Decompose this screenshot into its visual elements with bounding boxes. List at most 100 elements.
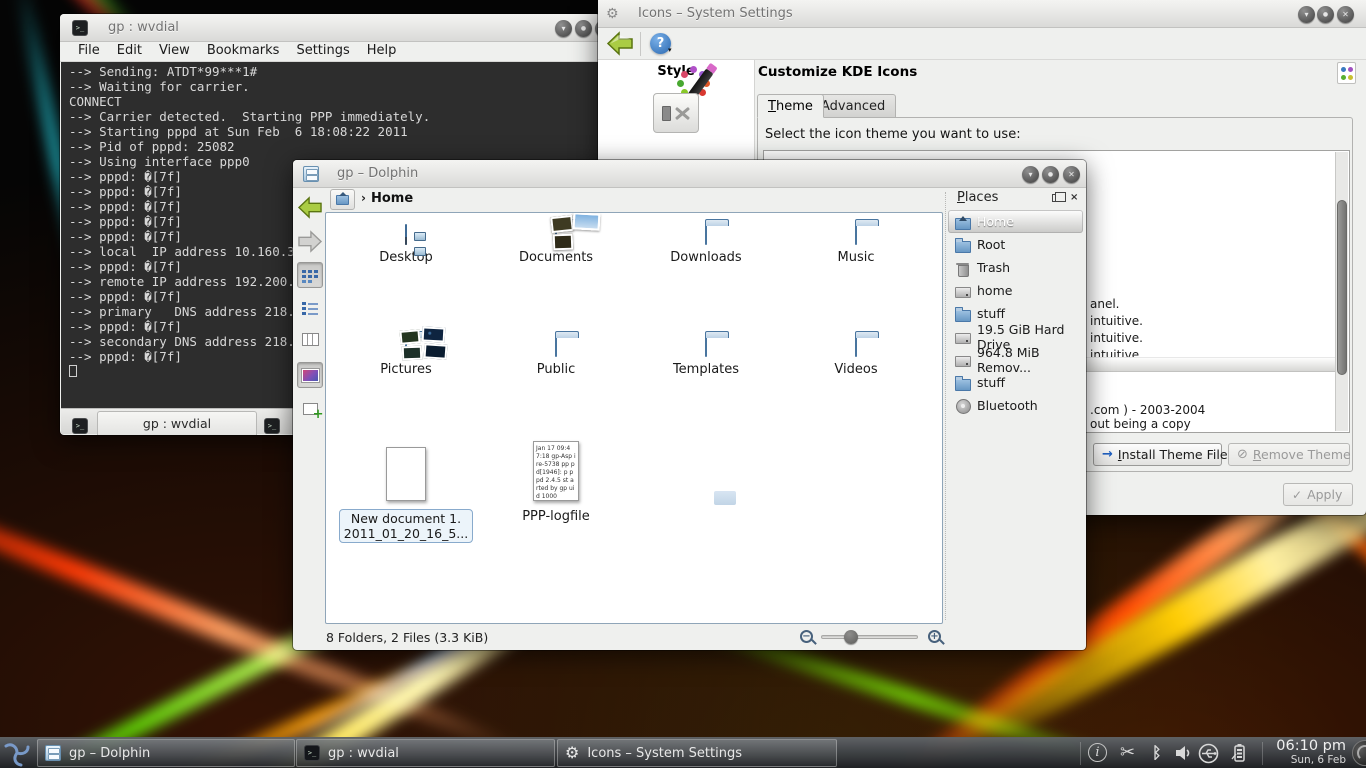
folder-icon [405,224,407,245]
icons-view-button[interactable] [297,262,323,288]
back-button[interactable] [606,31,634,56]
klipper-scissors-icon[interactable]: ✂ [1120,742,1135,763]
theme-list-text: intuitive. [1090,331,1143,345]
close-panel-icon[interactable]: × [1070,192,1078,203]
remove-theme-button[interactable]: ⊘ Remove Theme [1228,443,1350,466]
launcher-logo-icon [1,739,33,768]
volume-icon[interactable] [1174,744,1192,766]
place-item[interactable]: home [948,279,1083,302]
place-icon [955,238,971,252]
detach-panel-icon[interactable] [1052,194,1061,202]
file-item-new-document[interactable]: New document 1. 2011_01_20_16_5... [331,441,481,543]
back-arrow-icon [297,196,323,219]
place-item[interactable]: 964.8 MiB Remov... [948,348,1083,371]
maximize-button[interactable]: ● [575,20,592,37]
folder-item[interactable]: Music [781,225,931,313]
folder-item[interactable]: Videos [781,337,931,425]
sidebar-item-style[interactable]: Style [598,60,754,79]
file-item-ppp-logfile[interactable]: Jan 17 09:4 7:18 gp-Asp ire-5738 pp pd[1… [481,441,631,524]
menu-item[interactable]: Bookmarks [207,43,280,58]
minimize-button[interactable]: ▾ [555,20,572,37]
minimize-button[interactable]: ▾ [1298,6,1315,23]
folder-item[interactable]: Pictures [331,337,481,425]
settings-titlebar[interactable]: ⚙ Icons – System Settings ▾ ● ✕ [598,0,1366,28]
konsole-tab[interactable]: gp : wvdial [97,411,257,435]
drag-ghost-icon [714,491,736,505]
window-title: Icons – System Settings [638,6,793,21]
breadcrumb-home-button[interactable] [330,189,355,210]
konsole-tab-2[interactable]: >_ [261,413,283,431]
maximize-button[interactable]: ● [1317,6,1334,23]
folder-item[interactable]: Public [481,337,631,425]
overview-grid-icon[interactable] [1337,62,1356,84]
place-item[interactable]: Home [948,210,1083,233]
place-item[interactable]: Trash [948,256,1083,279]
panel-splitter[interactable] [945,192,946,620]
place-icon [955,376,971,390]
notifications-info-icon[interactable]: i [1088,743,1107,762]
zoom-slider-handle[interactable] [844,630,858,644]
window-title: gp : wvdial [108,20,179,35]
app-launcher-button[interactable] [1,739,33,768]
folder-item[interactable]: Downloads [631,225,781,313]
menu-item[interactable]: Edit [117,43,142,58]
zoom-out-icon[interactable]: − [800,630,813,643]
battery-icon[interactable] [1229,743,1249,767]
place-item[interactable]: stuff [948,371,1083,394]
konsole-titlebar[interactable]: >_ gp : wvdial ▾ ● ✕ [60,14,600,42]
file-label-line2: 2011_01_20_16_5... [344,526,468,541]
taskbar-item-wvdial[interactable]: >_ gp : wvdial [296,739,555,767]
split-view-button[interactable]: + [297,396,323,422]
close-button[interactable]: ✕ [1063,166,1080,183]
tab-theme[interactable]: Theme [757,94,824,118]
dolphin-titlebar[interactable]: gp – Dolphin ▾ ● ✕ [293,160,1086,188]
columns-view-button[interactable] [297,326,323,352]
scrollbar[interactable] [1335,152,1348,431]
place-icon [955,353,971,367]
folder-icon [855,336,857,357]
place-item[interactable]: Root [948,233,1083,256]
zoom-in-icon[interactable]: + [928,630,941,643]
no-entry-icon: ⊘ [1237,447,1248,462]
breadcrumb-current[interactable]: Home [371,191,413,206]
zoom-slider[interactable] [821,635,918,639]
folder-icon [555,224,557,245]
usb-device-icon[interactable] [1198,743,1219,768]
new-tab-button[interactable]: >_ [69,413,91,431]
folder-item[interactable]: Desktop [331,225,481,313]
back-button[interactable] [297,194,323,220]
taskbar-item-dolphin[interactable]: gp – Dolphin [37,739,295,767]
bluetooth-icon[interactable]: ᛒ [1152,743,1162,762]
scrollbar-thumb[interactable] [1337,200,1347,375]
menu-item[interactable]: View [159,43,190,58]
remove-theme-label: Remove Theme [1253,447,1351,462]
taskbar-item-system-settings[interactable]: ⚙ Icons – System Settings [557,739,837,767]
maximize-button[interactable]: ● [1042,166,1059,183]
menu-item[interactable]: File [78,43,100,58]
sidebar-item-hardware-icon[interactable] [653,93,699,133]
install-theme-button[interactable]: → Install Theme File... [1093,443,1222,466]
details-view-button[interactable] [297,294,323,320]
window-title: gp – Dolphin [337,166,418,181]
folder-item[interactable]: Templates [631,337,781,425]
menu-item[interactable]: Settings [296,43,349,58]
folder-label: Videos [781,362,931,377]
menu-item[interactable]: Help [367,43,397,58]
place-item[interactable]: Bluetooth [948,394,1083,417]
terminal-line: --> Starting pppd at Sun Feb 6 18:08:22 … [69,124,599,139]
folder-view[interactable]: Desktop Documents Downloads Music Pictur… [325,212,943,624]
clock[interactable]: 06:10 pm Sun, 6 Feb [1276,739,1346,766]
folder-label: Pictures [331,362,481,377]
apply-button[interactable]: ✓ Apply [1283,483,1353,506]
place-label: Root [977,237,1005,252]
terminal-line: --> Sending: ATDT*99***1# [69,64,599,79]
chevron-down-icon[interactable]: ▾ [668,46,672,54]
desktop: >_ gp : wvdial ▾ ● ✕ File Edit View Bookmar… [0,0,1366,768]
preview-button[interactable] [297,362,323,388]
forward-button[interactable] [297,228,323,254]
minimize-button[interactable]: ▾ [1022,166,1039,183]
close-button[interactable]: ✕ [1337,6,1354,23]
folder-item[interactable]: Documents [481,225,631,313]
theme-description-text: out being a copy [1090,417,1191,431]
theme-list-text: anel. [1090,297,1120,311]
